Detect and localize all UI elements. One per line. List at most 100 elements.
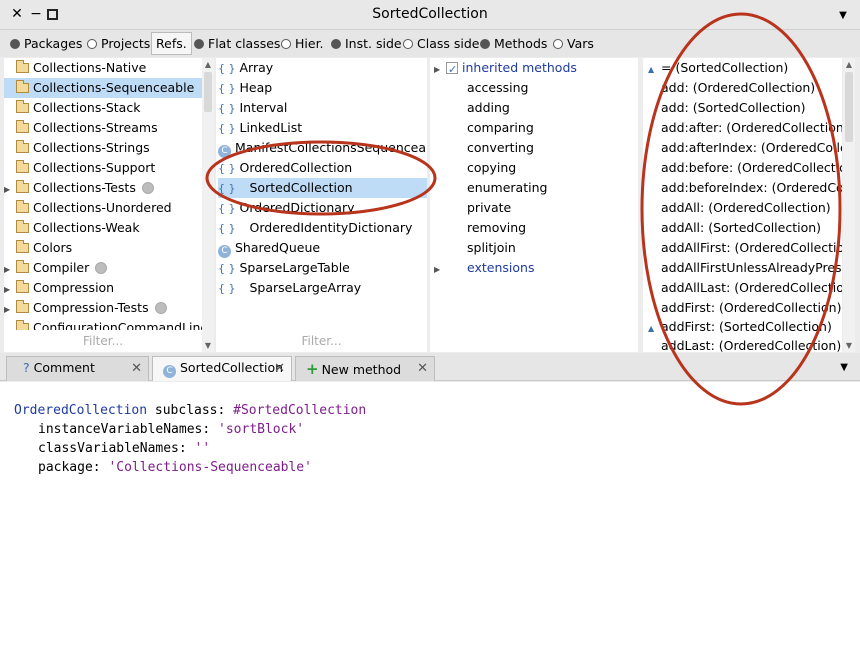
close-tab-icon[interactable]: ✕ [417, 361, 428, 376]
class-row[interactable]: C ManifestCollectionsSequenceable [218, 138, 427, 158]
class-row[interactable]: { } OrderedIdentityDictionary [218, 218, 427, 238]
scroll-thumb[interactable] [845, 72, 853, 142]
folder-icon [16, 240, 29, 253]
method-row[interactable]: addAll: (OrderedCollection) [661, 198, 831, 218]
package-row[interactable]: ▶ Compiler [4, 258, 202, 278]
packages-pane[interactable]: Collections-Native Collections-Sequencea… [4, 58, 202, 352]
package-label: Collections-Strings [33, 140, 150, 155]
expand-arrow-icon[interactable]: ▶ [434, 260, 446, 280]
package-row[interactable]: Collections-Support [4, 158, 202, 178]
protocol-row[interactable]: converting [467, 138, 534, 158]
package-row[interactable]: ▶ Compression [4, 278, 202, 298]
scroll-thumb[interactable] [204, 72, 212, 112]
method-row[interactable]: addAllFirstUnlessAlreadyPresent: [661, 258, 842, 278]
protocol-row[interactable]: accessing [467, 78, 528, 98]
class-label: SparseLargeTable [239, 260, 350, 275]
expand-arrow-icon[interactable]: ▶ [434, 60, 446, 80]
expand-arrow-icon[interactable]: ▶ [4, 260, 16, 280]
projects-radio[interactable]: Projects [87, 35, 150, 53]
method-row[interactable]: add:beforeIndex: (OrderedCollect [661, 178, 842, 198]
protocol-row[interactable]: comparing [467, 118, 534, 138]
checkbox-icon[interactable] [446, 60, 458, 80]
class-row-selected[interactable]: { } SortedCollection [218, 178, 427, 198]
protocol-row[interactable]: splitjoin [467, 238, 516, 258]
status-dot-icon [95, 262, 108, 274]
package-row[interactable]: Colors [4, 238, 202, 258]
methods-pane[interactable]: ▲ = (SortedCollection) add: (OrderedColle… [643, 58, 842, 352]
package-row[interactable]: Collections-Strings [4, 138, 202, 158]
class-row[interactable]: { } SparseLargeArray [218, 278, 427, 298]
package-row[interactable]: Collections-Weak [4, 218, 202, 238]
class-row[interactable]: { } OrderedCollection [218, 158, 427, 178]
class-label: SparseLargeArray [249, 280, 362, 295]
packages-radio[interactable]: Packages [10, 35, 82, 53]
class-row[interactable]: { } SparseLargeTable [218, 258, 427, 278]
class-row[interactable]: { } Interval [218, 98, 427, 118]
plus-icon: + [306, 360, 319, 378]
package-row[interactable]: Collections-Streams [4, 118, 202, 138]
method-row[interactable]: addAllFirst: (OrderedCollection) [661, 238, 842, 258]
method-row[interactable]: add: (OrderedCollection) [661, 78, 815, 98]
class-label: LinkedList [239, 120, 303, 135]
method-row[interactable]: ▲ = (SortedCollection) [648, 58, 788, 78]
window-menu-icon[interactable]: ▼ [836, 9, 850, 23]
method-row[interactable]: add:before: (OrderedCollection) [661, 158, 842, 178]
method-row[interactable]: add:after: (OrderedCollection) [661, 118, 842, 138]
packages-filter[interactable]: Filter... [4, 334, 202, 348]
class-row[interactable]: C SharedQueue [218, 238, 427, 258]
package-row-selected[interactable]: Collections-Sequenceable [4, 78, 202, 98]
protocol-row[interactable]: adding [467, 98, 510, 118]
code-editor[interactable]: OrderedCollection subclass: #SortedColle… [0, 382, 860, 653]
classes-pane[interactable]: { } Array { } Heap { } Interval { } LinkedLi… [216, 58, 427, 352]
protocol-row[interactable]: copying [467, 158, 516, 178]
close-tab-icon[interactable]: ✕ [274, 361, 285, 376]
expand-arrow-icon[interactable]: ▶ [4, 280, 16, 300]
class-row[interactable]: { } OrderedDictionary [218, 198, 427, 218]
class-side-radio[interactable]: Class side [403, 35, 479, 53]
package-row[interactable]: ConfigurationCommandLinek [4, 318, 202, 330]
methods-scrollbar[interactable]: ▲ ▼ [843, 58, 855, 352]
protocol-row[interactable]: private [467, 198, 511, 218]
method-row[interactable]: addAll: (SortedCollection) [661, 218, 821, 238]
expand-arrow-icon[interactable]: ▶ [4, 300, 16, 320]
method-row[interactable]: ▲ addFirst: (SortedCollection) [648, 317, 832, 337]
tabs-menu-icon[interactable]: ▼ [840, 362, 848, 373]
scroll-down-icon[interactable]: ▼ [843, 341, 855, 350]
tab-comment[interactable]: ? Comment ✕ [6, 356, 149, 381]
method-row[interactable]: addLast: (OrderedCollection) [661, 336, 841, 352]
method-row[interactable]: add:afterIndex: (OrderedCollection [661, 138, 842, 158]
class-row[interactable]: { } LinkedList [218, 118, 427, 138]
method-row[interactable]: add: (SortedCollection) [661, 98, 806, 118]
class-row[interactable]: { } Heap [218, 78, 427, 98]
package-row[interactable]: Collections-Native [4, 58, 202, 78]
methods-radio[interactable]: Methods [480, 35, 547, 53]
close-tab-icon[interactable]: ✕ [131, 361, 142, 376]
classes-filter[interactable]: Filter... [216, 334, 427, 348]
vars-radio[interactable]: Vars [553, 35, 594, 53]
scroll-down-icon[interactable]: ▼ [202, 341, 214, 350]
inherited-methods-row[interactable]: ▶ inherited methods [434, 58, 577, 80]
inst-side-radio[interactable]: Inst. side [331, 35, 402, 53]
scroll-up-icon[interactable]: ▲ [843, 60, 855, 69]
folder-icon [16, 140, 29, 153]
package-row[interactable]: ▶ Collections-Tests [4, 178, 202, 198]
package-row[interactable]: ▶ Compression-Tests [4, 298, 202, 318]
hier-radio[interactable]: Hier. [281, 35, 324, 53]
package-row[interactable]: Collections-Unordered [4, 198, 202, 218]
code-line: package: 'Collections-Sequenceable' [14, 458, 860, 477]
expand-arrow-icon[interactable]: ▶ [4, 180, 16, 200]
package-row[interactable]: Collections-Stack [4, 98, 202, 118]
protocol-row[interactable]: removing [467, 218, 526, 238]
class-row[interactable]: { } Array [218, 58, 427, 78]
tab-sortedcollection[interactable]: C SortedCollection ✕ [152, 356, 292, 381]
refs-button[interactable]: Refs. [151, 32, 192, 55]
tab-new-method[interactable]: + New method ✕ [295, 356, 435, 381]
method-row[interactable]: addFirst: (OrderedCollection) [661, 298, 841, 318]
flat-classes-radio[interactable]: Flat classes [194, 35, 280, 53]
protocols-pane[interactable]: ▶ inherited methods accessing adding comp… [430, 58, 638, 352]
method-row[interactable]: addAllLast: (OrderedCollection) [661, 278, 842, 298]
scroll-up-icon[interactable]: ▲ [202, 60, 214, 69]
protocol-row[interactable]: enumerating [467, 178, 547, 198]
packages-scrollbar[interactable]: ▲ ▼ [202, 58, 214, 352]
extensions-row[interactable]: ▶ extensions [434, 258, 534, 278]
